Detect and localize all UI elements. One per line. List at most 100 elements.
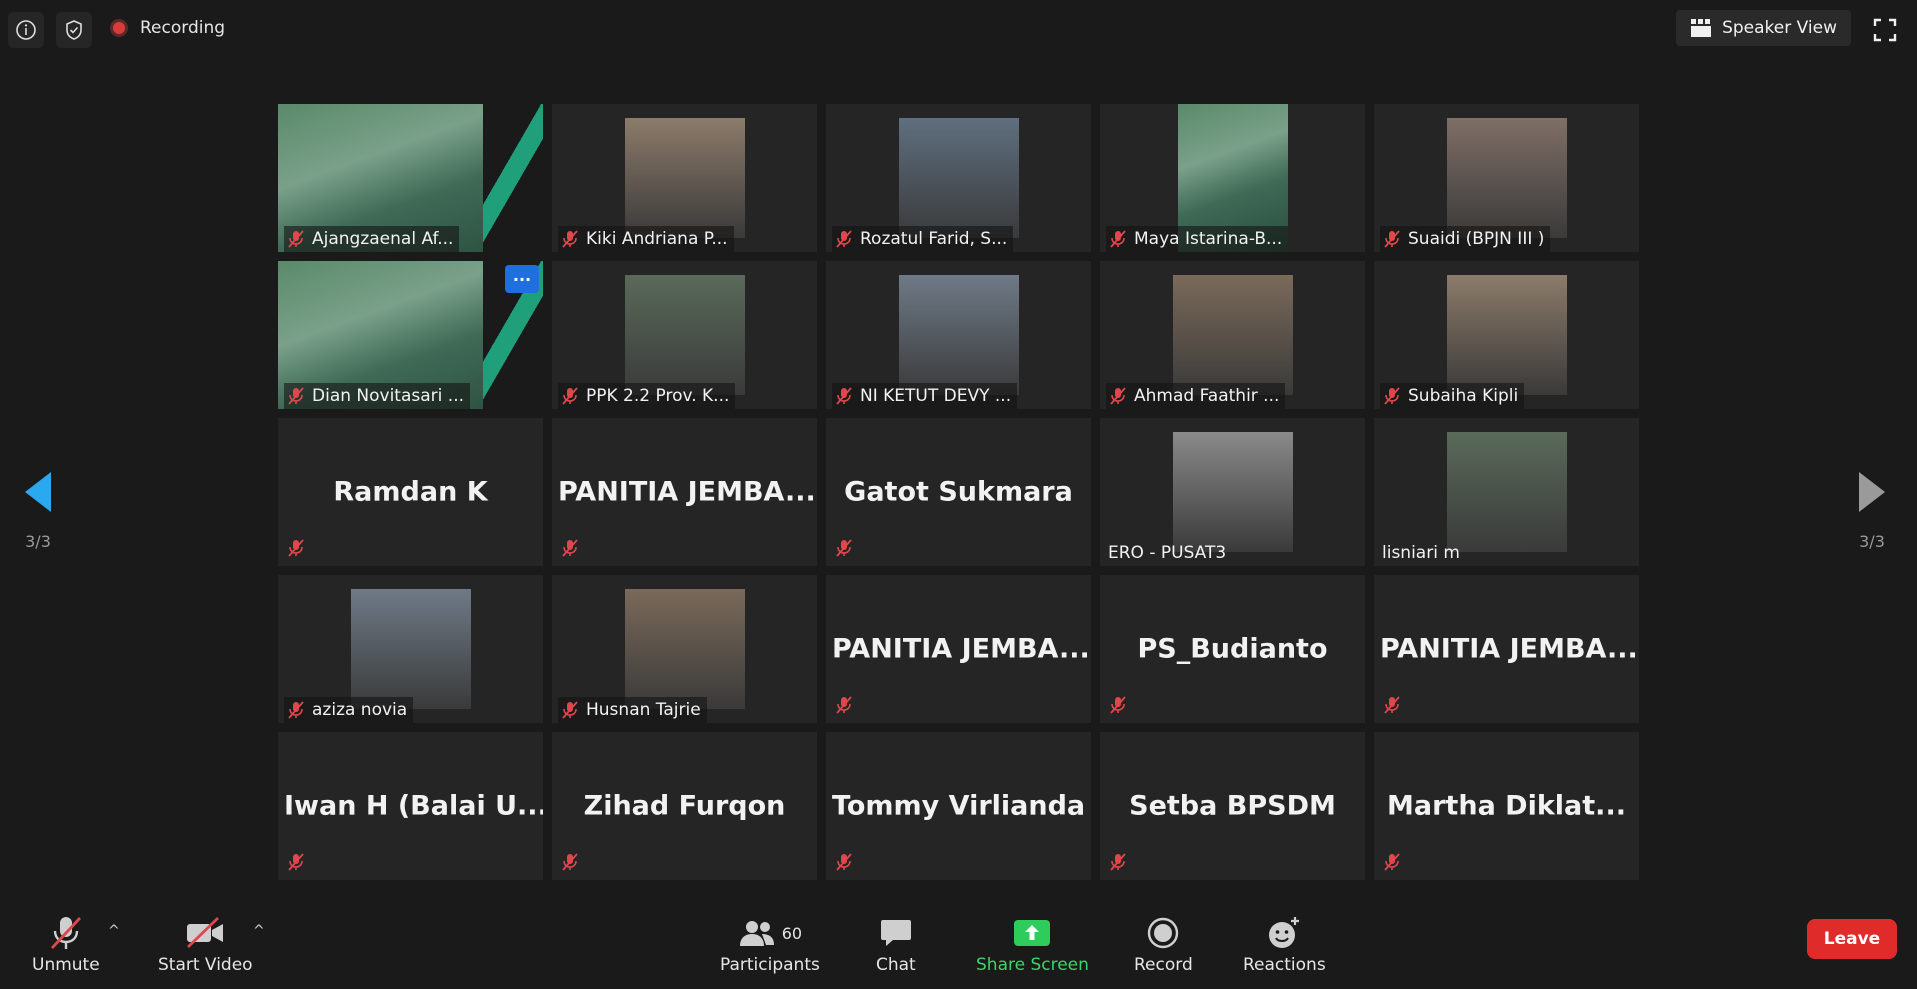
participant-name-label: lisniari m <box>1380 540 1466 566</box>
record-icon <box>1148 917 1179 949</box>
participant-name: Ahmad Faathir ... <box>1134 386 1280 406</box>
participant-tile[interactable]: PANITIA JEMBA... <box>1374 575 1639 723</box>
arrow-right-icon[interactable] <box>1857 470 1887 514</box>
mic-muted-indicator <box>1382 852 1402 876</box>
participant-name-large: Gatot Sukmara <box>844 476 1073 508</box>
participant-tile[interactable]: PANITIA JEMBA... <box>826 575 1091 723</box>
mic-muted-indicator <box>834 538 854 562</box>
participant-video <box>1172 275 1293 395</box>
mic-muted-icon <box>288 230 304 248</box>
audio-options-caret-icon[interactable]: ^ <box>108 923 120 939</box>
speaker-view-button[interactable]: Speaker View <box>1676 10 1851 46</box>
participant-name: lisniari m <box>1382 543 1460 563</box>
participants-button[interactable]: 60 Participants <box>720 911 820 975</box>
participant-tile[interactable]: Setba BPSDM <box>1100 732 1365 880</box>
start-video-button[interactable]: Start Video <box>158 911 253 975</box>
participant-tile[interactable]: Maya Istarina-B... <box>1100 104 1365 252</box>
participant-name: Dian Novitasari ... <box>312 386 464 406</box>
leave-button[interactable]: Leave <box>1807 919 1897 959</box>
participant-tile[interactable]: Dian Novitasari ... ··· <box>278 261 543 409</box>
mic-muted-icon <box>1384 387 1400 405</box>
participant-tile[interactable]: Kiki Andriana P... <box>552 104 817 252</box>
participant-tile[interactable]: ERO - PUSAT3 <box>1100 418 1365 566</box>
mic-muted-icon <box>1384 696 1400 714</box>
participant-tile[interactable]: Suaidi (BPJN III ) <box>1374 104 1639 252</box>
mic-muted-icon <box>562 701 578 719</box>
mic-muted-icon <box>288 701 304 719</box>
participant-name-large: Tommy Virlianda <box>832 790 1086 822</box>
participant-tile[interactable]: NI KETUT DEVY ... <box>826 261 1091 409</box>
security-button[interactable] <box>56 12 92 48</box>
participant-tile[interactable]: lisniari m <box>1374 418 1639 566</box>
participant-name: Husnan Tajrie <box>586 700 701 720</box>
participant-name-large: PS_Budianto <box>1137 633 1328 665</box>
participant-name: Maya Istarina-B... <box>1134 229 1283 249</box>
participant-tile[interactable]: Ahmad Faathir ... <box>1100 261 1365 409</box>
participant-video <box>1446 118 1567 238</box>
mic-muted-icon <box>836 696 852 714</box>
participant-tile[interactable]: Zihad Furqon <box>552 732 817 880</box>
chat-label: Chat <box>876 955 916 975</box>
previous-page-nav[interactable]: 3/3 <box>18 470 58 551</box>
reactions-smiley-icon <box>1269 917 1300 948</box>
participant-name: NI KETUT DEVY ... <box>860 386 1012 406</box>
participant-tile[interactable]: Rozatul Farid, S... <box>826 104 1091 252</box>
mic-muted-indicator <box>834 695 854 719</box>
arrow-left-icon[interactable] <box>23 470 53 514</box>
mic-muted-icon <box>50 917 81 949</box>
participant-tile[interactable]: Ramdan K <box>278 418 543 566</box>
fullscreen-button[interactable] <box>1867 12 1903 48</box>
participant-tile[interactable]: PANITIA JEMBA... <box>552 418 817 566</box>
mic-muted-icon <box>836 387 852 405</box>
participant-tile[interactable]: Subaiha Kipli <box>1374 261 1639 409</box>
more-options-button[interactable]: ··· <box>505 265 539 293</box>
mic-muted-indicator <box>1108 695 1128 719</box>
participant-name-label: PPK 2.2 Prov. K... <box>558 383 736 409</box>
participant-video <box>624 118 745 238</box>
page-indicator-left: 3/3 <box>25 532 51 551</box>
participant-video <box>1446 275 1567 395</box>
participant-tile[interactable]: Ajangzaenal Af... <box>278 104 543 252</box>
share-screen-icon <box>1014 920 1051 946</box>
mic-muted-icon <box>1110 853 1126 871</box>
participant-name-label: ERO - PUSAT3 <box>1106 540 1232 566</box>
participant-tile[interactable]: Gatot Sukmara <box>826 418 1091 566</box>
mic-muted-icon <box>836 230 852 248</box>
participant-name-label: Rozatul Farid, S... <box>832 226 1014 252</box>
participant-tile[interactable]: Martha Diklat... <box>1374 732 1639 880</box>
participant-name: Kiki Andriana P... <box>586 229 728 249</box>
reactions-label: Reactions <box>1243 955 1326 975</box>
mic-muted-icon <box>562 539 578 557</box>
share-screen-button[interactable]: Share Screen <box>976 911 1089 975</box>
chat-button[interactable]: Chat <box>876 911 916 975</box>
mic-muted-icon <box>1110 387 1126 405</box>
slide-decoration <box>483 104 543 252</box>
mic-muted-indicator <box>834 852 854 876</box>
participant-video <box>350 589 471 709</box>
share-screen-label: Share Screen <box>976 955 1089 975</box>
unmute-button[interactable]: Unmute <box>32 911 100 975</box>
participant-tile[interactable]: PS_Budianto <box>1100 575 1365 723</box>
participant-tile[interactable]: PPK 2.2 Prov. K... <box>552 261 817 409</box>
participant-name-label: aziza novia <box>284 697 414 723</box>
participant-name: Rozatul Farid, S... <box>860 229 1008 249</box>
record-button[interactable]: Record <box>1134 911 1193 975</box>
participant-tile[interactable]: Iwan H (Balai U... <box>278 732 543 880</box>
participant-video <box>624 275 745 395</box>
mic-muted-icon <box>562 853 578 871</box>
mic-muted-icon <box>288 539 304 557</box>
video-options-caret-icon[interactable]: ^ <box>253 923 265 939</box>
participant-video <box>1446 432 1567 552</box>
participant-tile[interactable]: Husnan Tajrie <box>552 575 817 723</box>
next-page-nav[interactable]: 3/3 <box>1852 470 1892 551</box>
participant-name: aziza novia <box>312 700 408 720</box>
recording-indicator[interactable]: Recording <box>110 18 225 38</box>
meeting-info-button[interactable] <box>8 12 44 48</box>
participant-name-large: Iwan H (Balai U... <box>284 790 543 822</box>
video-off-icon <box>187 916 224 949</box>
participants-icon <box>739 921 774 946</box>
participant-tile[interactable]: aziza novia <box>278 575 543 723</box>
reactions-button[interactable]: Reactions <box>1243 911 1326 975</box>
participant-tile[interactable]: Tommy Virlianda <box>826 732 1091 880</box>
participant-name-large: PANITIA JEMBA... <box>832 633 1090 665</box>
